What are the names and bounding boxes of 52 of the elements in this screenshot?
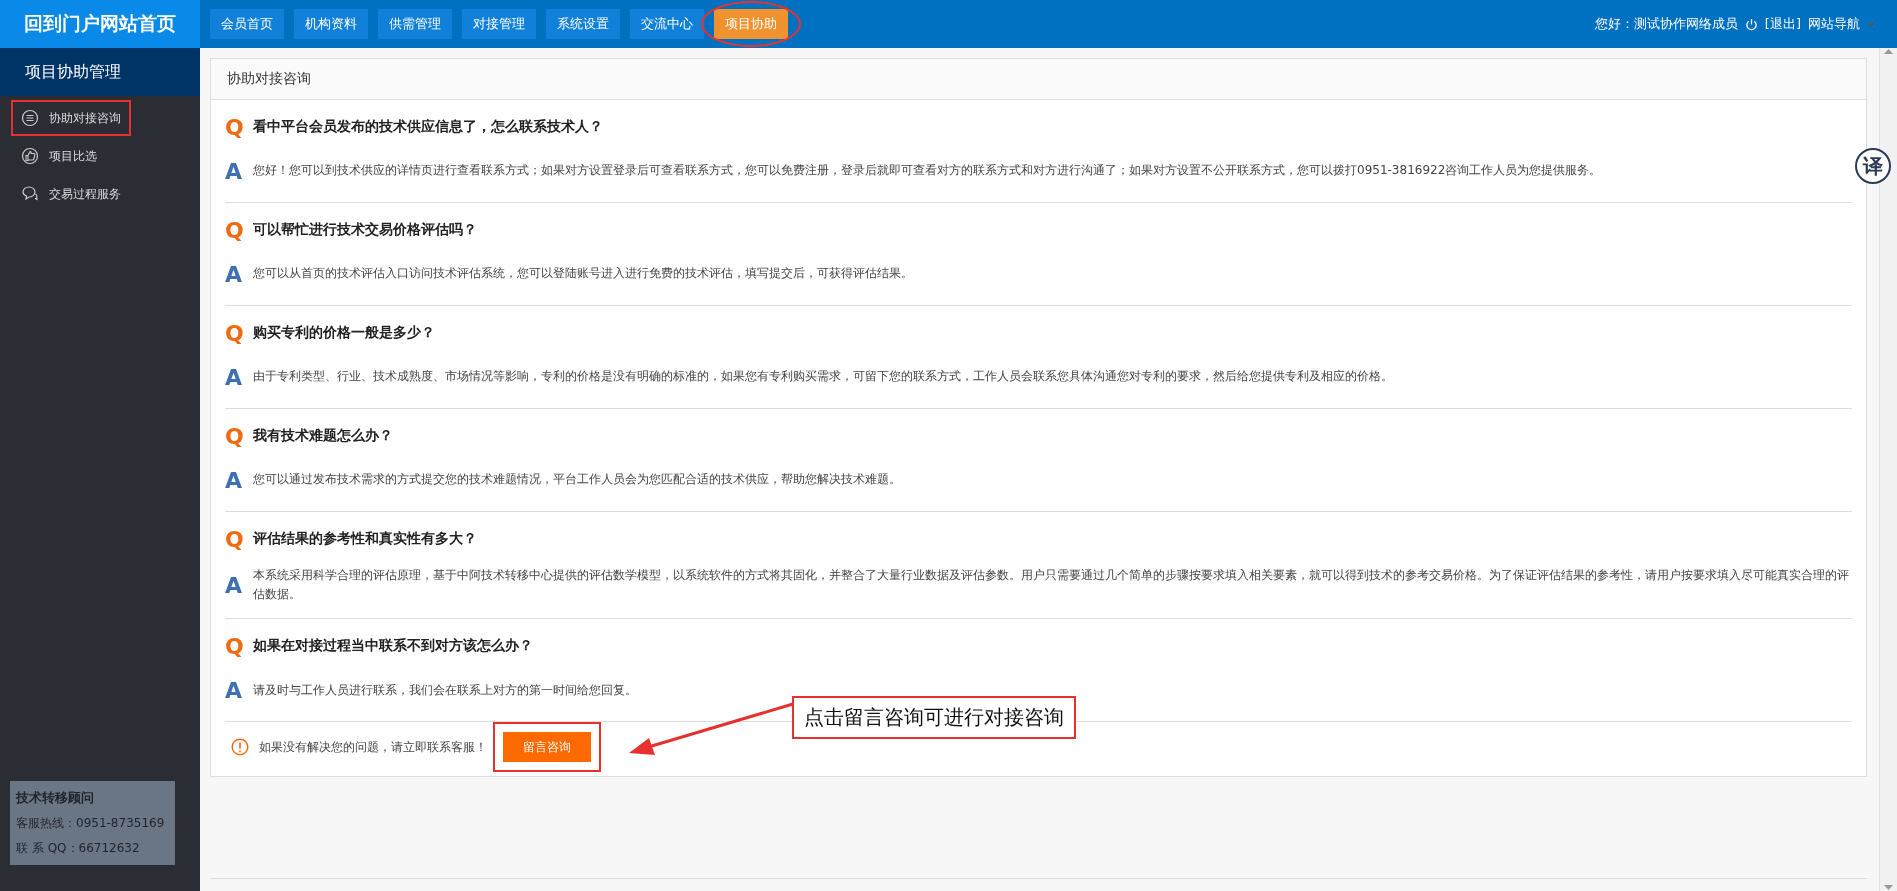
advisor-title: 技术转移顾问 — [16, 789, 95, 807]
sidebar-item[interactable]: 项目比选 — [11, 138, 131, 174]
answer-mark: A — [225, 572, 243, 598]
chat-bubble-icon — [21, 185, 39, 203]
list-icon — [21, 109, 39, 127]
answer-text: 请及时与工作人员进行联系，我们会在联系上对方的第一时间给您回复。 — [253, 681, 638, 699]
warning-icon — [231, 738, 249, 757]
leave-message-button[interactable]: 留言咨询 — [503, 732, 591, 763]
answer-mark: A — [225, 677, 243, 703]
question-text: 评估结果的参考性和真实性有多大？ — [253, 530, 477, 548]
sidebar-item[interactable]: 协助对接咨询 — [11, 100, 131, 136]
panel-title: 协助对接咨询 — [211, 59, 1866, 100]
question-mark: Q — [225, 423, 243, 449]
sidebar-item[interactable]: 交易过程服务 — [11, 176, 131, 212]
nav-tab[interactable]: 对接管理 — [462, 9, 536, 39]
answer-text: 由于专利类型、行业、技术成熟度、市场情况等影响，专利的价格是没有明确的标准的，如果您有专利购买需求，可留下您的联系方式，工作人员会联系您具体沟通您对专利的要求，然后给您提供专利及相应的价格。 — [253, 368, 1394, 386]
scroll-down-icon[interactable] — [1884, 885, 1893, 891]
site-nav-link[interactable]: 网站导航 — [1808, 15, 1860, 33]
answer-text: 您可以通过发布技术需求的方式提交您的技术难题情况，平台工作人员会为您匹配合适的技术供应，帮助您解决技术难题。 — [253, 471, 902, 489]
thumbs-up-icon — [21, 147, 39, 165]
question-mark: Q — [225, 633, 243, 659]
question-mark: Q — [225, 217, 243, 243]
answer-text: 您可以从首页的技术评估入口访问技术评估系统，您可以登陆账号进入进行免费的技术评估，填写提交后，可获得评估结果。 — [253, 265, 914, 283]
answer-mark: A — [225, 158, 243, 184]
answer-mark: A — [225, 261, 243, 287]
callout-note: 点击留言咨询可进行对接咨询 — [792, 696, 1076, 739]
hotline-text: 客服热线：0951-8735169 — [16, 815, 166, 832]
question-text: 购买专利的价格一般是多少？ — [253, 324, 435, 342]
logout-link[interactable]: [退出] — [1764, 15, 1801, 33]
power-icon[interactable] — [1744, 17, 1758, 31]
question-mark: Q — [225, 526, 243, 552]
sidebar-title: 项目协助管理 — [0, 48, 200, 96]
question-text: 我有技术难题怎么办？ — [253, 427, 393, 445]
question-text: 看中平台会员发布的技术供应信息了，怎么联系技术人？ — [253, 118, 603, 136]
answer-text: 本系统采用科学合理的评估原理，基于中阿技术转移中心提供的评估数学模型，以系统软件的方式将其固化，并整合了大量行业数据及评估参数。用户只需要通过几个简单的步骤按要求填入相关要素，就可以得到技术的参考交易价格。为了保证评估结果的参考性，请用户按要求填入尽可能真实合理的评估数据。 — [253, 567, 1850, 604]
nav-tab[interactable]: 机构资料 — [294, 9, 368, 39]
answer-mark: A — [225, 364, 243, 390]
nav-tab[interactable]: 交流中心 — [630, 9, 704, 39]
nav-tab[interactable]: 供需管理 — [378, 9, 452, 39]
question-mark: Q — [225, 114, 243, 140]
nav-tab[interactable]: 会员首页 — [210, 9, 284, 39]
greeting-text: 您好：测试协作网络成员 — [1594, 15, 1738, 33]
question-text: 如果在对接过程当中联系不到对方该怎么办？ — [253, 637, 533, 656]
question-text: 可以帮忙进行技术交易价格评估吗？ — [253, 221, 477, 239]
home-link[interactable]: 回到门户网站首页 — [0, 0, 200, 48]
notice-text: 如果没有解决您的问题，请立即联系客服！ — [259, 738, 487, 756]
nav-tab[interactable]: 项目协助 — [714, 9, 788, 39]
question-mark: Q — [225, 320, 243, 346]
nav-tab[interactable]: 系统设置 — [546, 9, 620, 39]
answer-mark: A — [225, 467, 243, 493]
qq-text: 联 系 QQ：66712632 — [16, 840, 141, 857]
answer-text: 您好！您可以到技术供应的详情页进行查看联系方式；如果对方设置登录后可查看联系方式，您可以免费注册，登录后就即可查看对方的联系方式和对方进行沟通了；如果对方设置不公开联系方式，您可以拨打0951-3816922咨询工作人员为您提供服务。 — [253, 162, 1603, 180]
